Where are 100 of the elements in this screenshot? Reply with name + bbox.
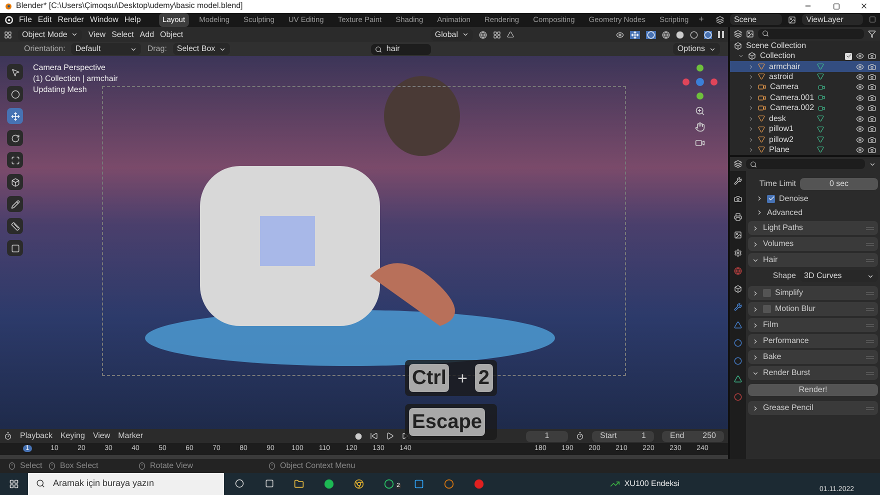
zoom-icon[interactable] [695, 106, 705, 116]
news-widget-text[interactable]: XU100 Endeksi [624, 480, 680, 488]
panel-header[interactable]: Bake [748, 350, 878, 364]
transform-dropdown[interactable]: Global [430, 28, 473, 41]
outliner-row[interactable]: pillow2 [730, 134, 880, 145]
outliner-row[interactable]: pillow1 [730, 124, 880, 134]
expand-caret-icon[interactable] [752, 338, 759, 345]
pause-icon[interactable] [718, 31, 724, 38]
rendered-shading-icon[interactable] [704, 30, 712, 39]
eye-icon[interactable] [856, 114, 864, 123]
outliner-row[interactable]: armchair [730, 61, 880, 72]
camera-icon[interactable] [868, 94, 876, 102]
options-dropdown[interactable]: Options [673, 43, 720, 56]
move-icon[interactable] [7, 108, 23, 124]
menu-item[interactable]: Add [140, 30, 154, 39]
checkbox[interactable] [763, 305, 771, 314]
outliner-row[interactable]: Camera [730, 82, 880, 93]
current-frame-field[interactable]: 1 [526, 430, 568, 442]
panel-header[interactable]: Hair [748, 253, 878, 268]
eye-icon[interactable] [856, 104, 864, 112]
menu-item[interactable]: Select [112, 30, 134, 39]
panel-header[interactable]: Motion Blur [748, 302, 878, 316]
drag-dropdown[interactable]: Select Box [172, 43, 230, 56]
printer-icon[interactable] [732, 211, 744, 224]
menu-item[interactable]: Object [160, 30, 184, 39]
mode-dropdown[interactable]: Object Mode [18, 28, 82, 41]
record-icon[interactable] [355, 432, 362, 440]
expand-caret-icon[interactable] [752, 290, 759, 297]
hand-icon[interactable] [695, 122, 705, 132]
outliner-row[interactable]: Plane [730, 144, 880, 156]
exclude-checkbox[interactable] [845, 52, 852, 60]
expand-caret-icon[interactable] [738, 53, 744, 60]
time-limit-field[interactable]: 0 sec [800, 178, 878, 190]
mesh-data-icon[interactable] [732, 373, 744, 386]
scale-icon[interactable] [7, 152, 23, 168]
camera-icon[interactable] [868, 62, 876, 71]
eye-icon[interactable] [856, 94, 864, 102]
checkbox[interactable] [767, 194, 775, 203]
outliner-row[interactable]: astroid [730, 72, 880, 82]
dropdown-caret-icon[interactable] [869, 160, 876, 168]
outliner-row[interactable]: Camera.001 [730, 92, 880, 104]
subpanel-header[interactable]: Denoise [779, 194, 808, 203]
menu-item[interactable]: Marker [118, 432, 144, 440]
expand-caret-icon[interactable] [752, 354, 759, 361]
eye-icon[interactable] [856, 146, 864, 154]
jump-start-icon[interactable] [370, 432, 378, 440]
outliner-search-field[interactable] [758, 28, 864, 39]
eye-icon[interactable] [856, 125, 864, 134]
camera-icon[interactable] [868, 125, 876, 134]
camera-icon[interactable] [868, 83, 876, 92]
solid-shading-icon[interactable] [676, 30, 684, 39]
annotate-icon[interactable] [7, 196, 23, 212]
menu-item[interactable]: View [92, 432, 110, 440]
outliner-item[interactable]: Scene Collection [746, 42, 806, 50]
eye-icon[interactable] [856, 62, 864, 71]
menu-item[interactable]: Playback [20, 432, 52, 440]
eye-icon[interactable] [856, 136, 864, 144]
eye-icon[interactable] [856, 83, 864, 92]
grid-icon[interactable] [493, 30, 501, 39]
menu-item[interactable]: Edit [38, 16, 52, 24]
menu-item[interactable]: File [19, 16, 32, 24]
expand-caret-icon[interactable] [752, 256, 759, 264]
wireframe-icon[interactable] [662, 30, 670, 39]
expand-caret-icon[interactable] [752, 370, 759, 377]
visibility-icon[interactable] [616, 30, 624, 39]
properties-search-field[interactable] [746, 159, 865, 170]
camera-icon[interactable] [695, 138, 705, 148]
menu-item[interactable]: Help [124, 16, 141, 24]
panel-header[interactable]: Film [748, 318, 878, 332]
panel-header[interactable]: Grease Pencil [748, 401, 878, 416]
expand-caret-icon[interactable] [752, 306, 759, 313]
camera-icon[interactable] [868, 146, 876, 154]
end-frame-field[interactable]: End 250 [662, 430, 724, 442]
render-button[interactable]: Render! [748, 384, 878, 396]
checkbox[interactable] [763, 289, 771, 298]
menu-item[interactable]: Keying [60, 432, 85, 440]
start-frame-field[interactable]: Start 1 [592, 430, 654, 442]
view-layer-field[interactable]: ViewLayer [802, 14, 863, 26]
eye-icon[interactable] [856, 52, 864, 60]
play-icon[interactable] [386, 432, 394, 440]
outliner-row[interactable]: Camera.002 [730, 103, 880, 114]
wrench-icon[interactable] [732, 301, 744, 314]
panel-header[interactable]: Volumes [748, 237, 878, 252]
outliner-row[interactable]: desk [730, 113, 880, 124]
camera-icon[interactable] [868, 104, 876, 112]
navigation-gizmo-icon[interactable] [682, 64, 718, 100]
select-icon[interactable] [7, 64, 23, 80]
image-icon[interactable] [732, 229, 744, 242]
world-icon[interactable] [732, 265, 744, 278]
measure-icon[interactable] [7, 218, 23, 234]
add-workspace-button[interactable]: + [698, 15, 704, 24]
rotate-icon[interactable] [7, 130, 23, 146]
search-field[interactable]: hair [371, 44, 432, 55]
add-cube-icon[interactable] [7, 240, 23, 256]
shape-dropdown[interactable]: 3D Curves [800, 270, 878, 282]
eye-icon[interactable] [856, 72, 864, 81]
outliner-item[interactable]: Collection [760, 52, 841, 60]
menu-item[interactable]: View [88, 30, 106, 39]
panel-header[interactable]: Render Burst [748, 366, 878, 380]
scene-field[interactable]: Scene [730, 14, 782, 26]
